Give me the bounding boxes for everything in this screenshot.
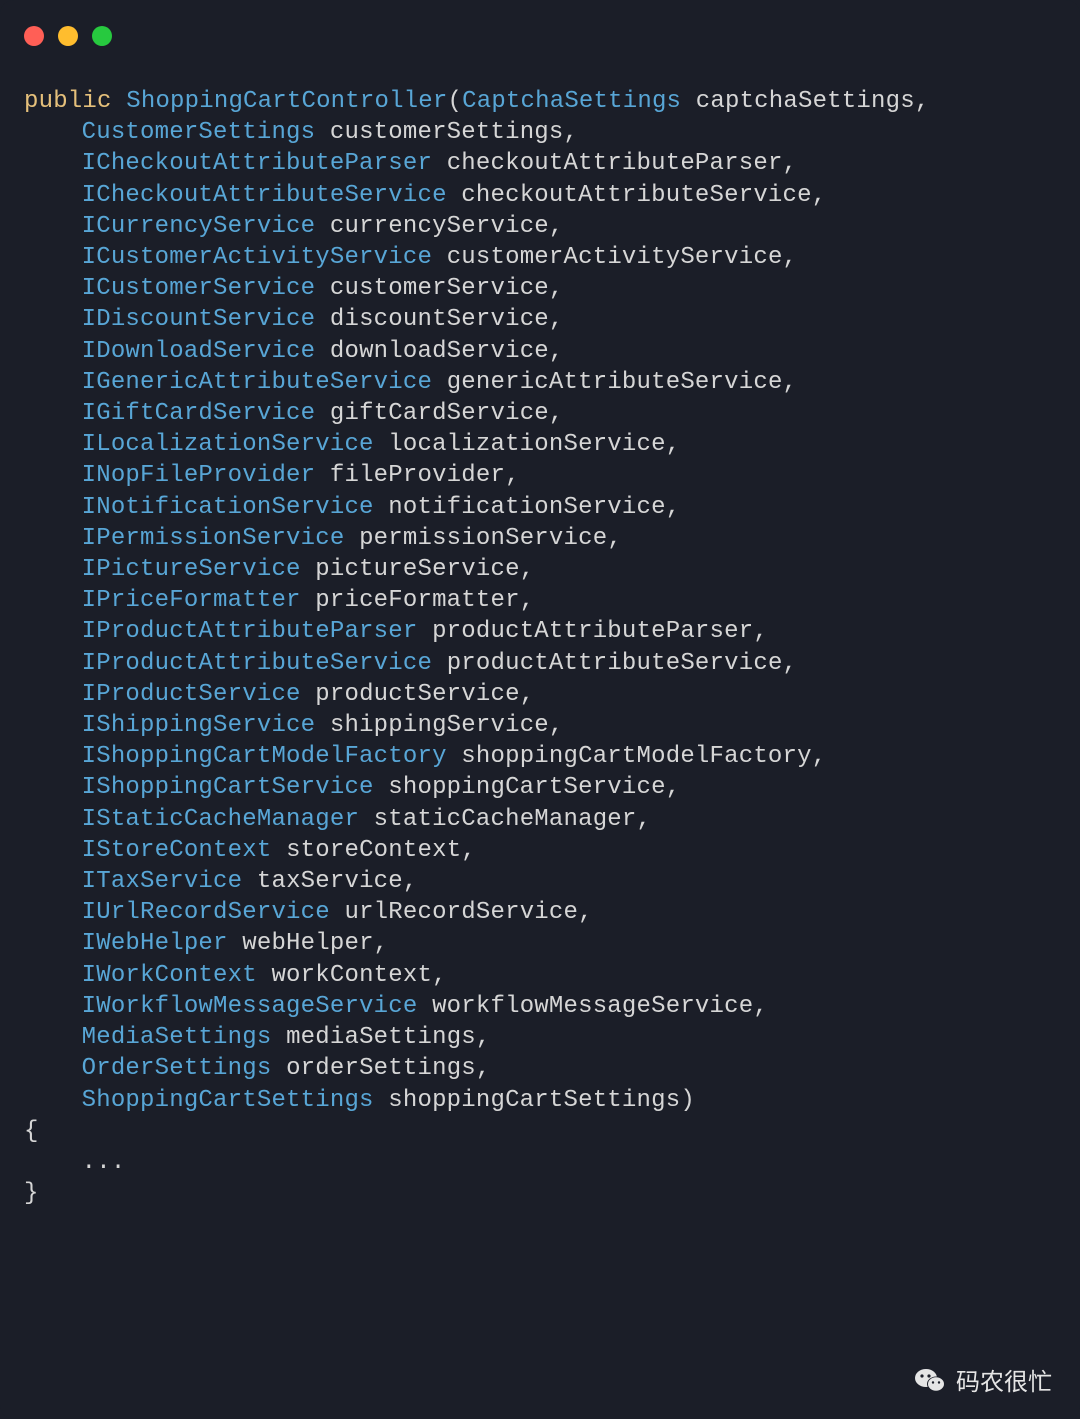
param-name: captchaSettings [696,88,915,115]
code-window: public ShoppingCartController(CaptchaSet… [0,0,1080,1419]
param-type: MediaSettings [82,1024,272,1051]
param-name: workContext [271,962,432,989]
brace-close: } [24,1180,39,1207]
param-name: genericAttributeService [447,369,783,396]
param-type: ICheckoutAttributeParser [82,150,432,177]
param-type: INopFileProvider [82,462,316,489]
param-name: taxService [257,868,403,895]
param-type: IShippingService [82,712,316,739]
param-name: storeContext [286,837,461,864]
param-name: shippingService [330,712,549,739]
param-name: customerService [330,275,549,302]
param-type: IWorkContext [82,962,257,989]
watermark-text: 码农很忙 [956,1362,1052,1397]
param-type: ICustomerService [82,275,316,302]
param-type: IPictureService [82,556,301,583]
param-name: staticCacheManager [374,806,637,833]
param-type: IStaticCacheManager [82,806,359,833]
param-type: IWorkflowMessageService [82,993,418,1020]
param-type: ILocalizationService [82,431,374,458]
param-name: pictureService [315,556,519,583]
param-name: urlRecordService [344,899,578,926]
param-name: productAttributeParser [432,618,753,645]
param-name: localizationService [388,431,665,458]
param-type: IProductAttributeParser [82,618,418,645]
param-name: checkoutAttributeParser [447,150,783,177]
param-type: IUrlRecordService [82,899,330,926]
param-type: IDiscountService [82,306,316,333]
param-type: ShoppingCartSettings [82,1087,374,1114]
param-name: priceFormatter [315,587,519,614]
param-type: IWebHelper [82,930,228,957]
window-traffic-lights [24,26,112,46]
param-type: IDownloadService [82,338,316,365]
param-type: IStoreContext [82,837,272,864]
param-type: IPriceFormatter [82,587,301,614]
param-name: checkoutAttributeService [461,182,811,209]
param-name: productAttributeService [447,650,783,677]
param-name: productService [315,681,519,708]
param-type: ICustomerActivityService [82,244,432,271]
param-name: workflowMessageService [432,993,753,1020]
param-type: IGenericAttributeService [82,369,432,396]
param-name: giftCardService [330,400,549,427]
brace-open: { [24,1118,39,1145]
param-name: permissionService [359,525,607,552]
param-name: currencyService [330,213,549,240]
param-type: IPermissionService [82,525,345,552]
param-type: IProductService [82,681,301,708]
param-type: ICheckoutAttributeService [82,182,447,209]
param-name: mediaSettings [286,1024,476,1051]
param-name: fileProvider [330,462,505,489]
param-name: orderSettings [286,1055,476,1082]
method-name: ShoppingCartController [126,88,447,115]
param-type: ITaxService [82,868,243,895]
param-type: CaptchaSettings [462,88,681,115]
param-name: webHelper [242,930,373,957]
param-name: customerActivityService [447,244,783,271]
close-paren: ) [680,1087,695,1114]
param-type: CustomerSettings [82,119,316,146]
code-block: public ShoppingCartController(CaptchaSet… [24,86,929,1209]
close-icon[interactable] [24,26,44,46]
maximize-icon[interactable] [92,26,112,46]
param-type: IShoppingCartModelFactory [82,743,447,770]
param-type: IShoppingCartService [82,774,374,801]
param-name: downloadService [330,338,549,365]
param-name: customerSettings [330,119,564,146]
param-name: notificationService [388,494,665,521]
param-type: IProductAttributeService [82,650,432,677]
watermark: 码农很忙 [914,1362,1052,1397]
param-name: shoppingCartService [388,774,665,801]
minimize-icon[interactable] [58,26,78,46]
param-type: IGiftCardService [82,400,316,427]
param-name: discountService [330,306,549,333]
param-type: OrderSettings [82,1055,272,1082]
open-paren: ( [448,88,463,115]
wechat-icon [914,1364,946,1396]
param-type: ICurrencyService [82,213,316,240]
param-name: shoppingCartModelFactory [461,743,811,770]
keyword-public: public [24,88,112,115]
param-type: INotificationService [82,494,374,521]
param-name: shoppingCartSettings [388,1087,680,1114]
body-ellipsis: ... [82,1149,126,1176]
